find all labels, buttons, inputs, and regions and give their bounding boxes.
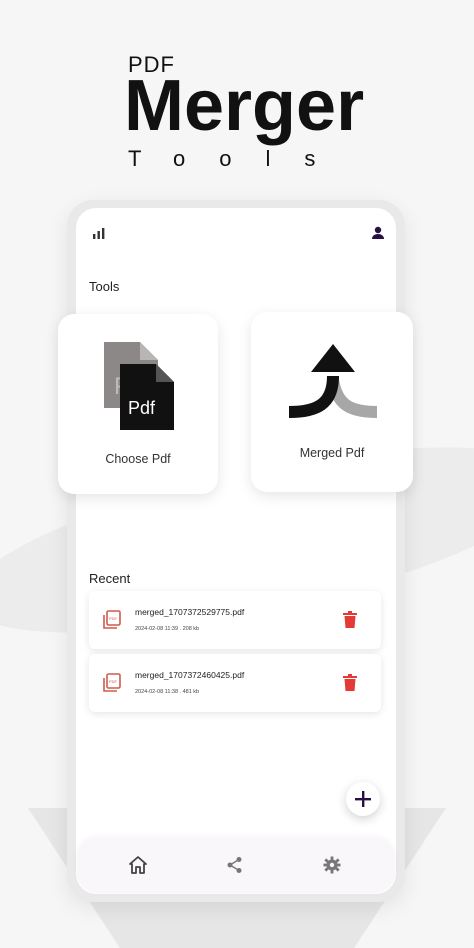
merge-arrow-icon: [288, 344, 378, 418]
pdf-stack-icon: PDF: [103, 610, 121, 629]
nav-home-button[interactable]: [127, 854, 149, 876]
gear-icon: [323, 856, 341, 874]
signal-bars-icon[interactable]: [92, 226, 106, 240]
tools-section-title: Tools: [89, 279, 120, 294]
home-icon: [129, 856, 147, 874]
recent-file-item[interactable]: PDF merged_1707372529775.pdf 2024-02-08 …: [89, 591, 381, 649]
phone-frame: Tools P Pdf Choose Pdf Merged Pdf Recent: [58, 200, 413, 902]
svg-text:PDF: PDF: [109, 616, 118, 621]
recent-file-item[interactable]: PDF merged_1707372460425.pdf 2024-02-08 …: [89, 654, 381, 712]
share-icon: [227, 857, 242, 873]
merged-pdf-card[interactable]: Merged Pdf: [251, 312, 413, 492]
nav-settings-button[interactable]: [321, 854, 343, 876]
plus-icon: [355, 791, 371, 807]
recent-file-name: merged_1707372529775.pdf: [135, 607, 245, 617]
trash-icon[interactable]: [342, 674, 358, 692]
recent-file-meta: 2024-02-08 11:39 . 208 kb: [135, 626, 200, 632]
recent-file-name: merged_1707372460425.pdf: [135, 670, 245, 680]
top-bar: [76, 208, 396, 258]
choose-pdf-card[interactable]: P Pdf Choose Pdf: [58, 314, 218, 494]
pdf-art-text: Pdf: [128, 398, 156, 418]
person-icon[interactable]: [370, 225, 386, 241]
trash-icon[interactable]: [342, 611, 358, 629]
merged-pdf-label: Merged Pdf: [299, 446, 365, 460]
app-screen: Tools P Pdf Choose Pdf Merged Pdf Recent: [58, 208, 413, 894]
add-button[interactable]: [346, 782, 380, 816]
promo-title: Merger: [124, 66, 365, 146]
recent-file-meta: 2024-02-08 11:38 . 481 kb: [135, 689, 200, 695]
pdf-stack-icon: PDF: [103, 673, 121, 692]
recent-section-title: Recent: [89, 571, 131, 586]
pdf-file-icon: P Pdf: [104, 342, 174, 430]
promo-header: PDF Merger Tools: [0, 0, 474, 190]
svg-text:PDF: PDF: [109, 679, 118, 684]
promo-subtitle: Tools: [128, 146, 350, 171]
choose-pdf-label: Choose Pdf: [105, 452, 171, 466]
nav-share-button[interactable]: [224, 854, 246, 876]
bottom-navigation: [77, 837, 395, 893]
